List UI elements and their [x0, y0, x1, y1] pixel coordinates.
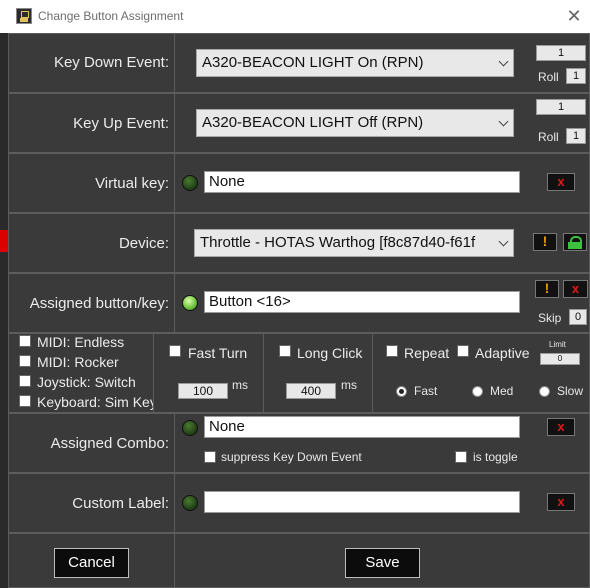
- skip-value[interactable]: 0: [569, 309, 587, 325]
- joystick-switch-label: Joystick: Switch: [37, 374, 136, 390]
- custom-label-clear-button[interactable]: x: [547, 493, 575, 511]
- long-click-ms-unit: ms: [341, 378, 357, 392]
- key-up-dropdown[interactable]: A320-BEACON LIGHT Off (RPN): [196, 109, 514, 137]
- key-up-label: Key Up Event:: [73, 115, 169, 132]
- assigned-combo-label: Assigned Combo:: [50, 435, 169, 452]
- key-down-roll-label: Roll: [538, 70, 559, 84]
- close-icon[interactable]: ✕: [564, 6, 584, 26]
- virtual-key-clear-button[interactable]: x: [547, 173, 575, 191]
- limit-input[interactable]: 0: [540, 353, 580, 365]
- chevron-down-icon: [498, 236, 509, 247]
- adaptive-checkbox[interactable]: [457, 345, 469, 357]
- fast-turn-ms-input[interactable]: 100: [178, 383, 228, 399]
- virtual-key-status-led: [182, 175, 198, 191]
- device-dropdown-value: Throttle - HOTAS Warthog [f8c87d40-f61f: [200, 234, 476, 251]
- virtual-key-label: Virtual key:: [95, 175, 169, 192]
- long-click-checkbox[interactable]: [279, 345, 291, 357]
- speed-med-radio[interactable]: [472, 386, 483, 397]
- custom-label-input[interactable]: [204, 491, 520, 513]
- assigned-button-label: Assigned button/key:: [29, 295, 169, 312]
- device-warning-button[interactable]: !: [533, 233, 557, 251]
- adaptive-label: Adaptive: [475, 345, 530, 361]
- keyboard-sim-key-label: Keyboard: Sim Key: [37, 394, 157, 410]
- speed-slow-label: Slow: [557, 384, 584, 398]
- fast-turn-checkbox[interactable]: [169, 345, 181, 357]
- key-down-dropdown-value: A320-BEACON LIGHT On (RPN): [202, 54, 424, 71]
- custom-label-status-led: [182, 495, 198, 511]
- key-down-label: Key Down Event:: [53, 54, 169, 71]
- suppress-key-down-label: suppress Key Down Event: [221, 450, 362, 464]
- key-up-roll-value[interactable]: 1: [566, 128, 586, 144]
- key-down-repeat-count[interactable]: 1: [536, 45, 586, 61]
- app-icon: [16, 8, 32, 24]
- lock-icon[interactable]: [563, 233, 587, 251]
- assigned-button-clear-button[interactable]: x: [563, 280, 588, 298]
- assigned-button-warning-button[interactable]: !: [535, 280, 559, 298]
- keyboard-sim-key-checkbox[interactable]: [19, 395, 31, 407]
- suppress-key-down-checkbox[interactable]: [204, 451, 216, 463]
- midi-rocker-checkbox[interactable]: [19, 355, 31, 367]
- key-up-dropdown-value: A320-BEACON LIGHT Off (RPN): [202, 114, 424, 131]
- limit-label: Limit: [549, 340, 566, 349]
- cancel-button[interactable]: Cancel: [54, 548, 129, 578]
- assigned-combo-status-led: [182, 420, 198, 436]
- repeat-label: Repeat: [404, 345, 450, 361]
- midi-endless-checkbox[interactable]: [19, 335, 31, 347]
- key-down-dropdown[interactable]: A320-BEACON LIGHT On (RPN): [196, 49, 514, 77]
- assigned-combo-clear-button[interactable]: x: [547, 418, 575, 436]
- speed-med-label: Med: [490, 384, 514, 398]
- key-up-roll-label: Roll: [538, 130, 559, 144]
- key-up-repeat-count[interactable]: 1: [536, 99, 586, 115]
- custom-label-label: Custom Label:: [72, 495, 169, 512]
- chevron-down-icon: [498, 56, 509, 67]
- skip-label: Skip: [538, 311, 562, 325]
- is-toggle-label: is toggle: [473, 450, 518, 464]
- assigned-combo-input[interactable]: None: [204, 416, 520, 438]
- midi-rocker-label: MIDI: Rocker: [37, 354, 119, 370]
- key-down-roll-value[interactable]: 1: [566, 68, 586, 84]
- assigned-button-input[interactable]: Button <16>: [204, 291, 520, 313]
- speed-fast-radio[interactable]: [396, 386, 407, 397]
- device-dropdown[interactable]: Throttle - HOTAS Warthog [f8c87d40-f61f: [194, 229, 514, 257]
- speed-slow-radio[interactable]: [539, 386, 550, 397]
- midi-endless-label: MIDI: Endless: [37, 334, 125, 350]
- repeat-checkbox[interactable]: [386, 345, 398, 357]
- long-click-label: Long Click: [297, 345, 363, 361]
- save-button[interactable]: Save: [345, 548, 420, 578]
- long-click-ms-input[interactable]: 400: [286, 383, 336, 399]
- chevron-down-icon: [498, 116, 509, 127]
- fast-turn-ms-unit: ms: [232, 378, 248, 392]
- device-label: Device:: [118, 235, 169, 252]
- is-toggle-checkbox[interactable]: [455, 451, 467, 463]
- virtual-key-input[interactable]: None: [204, 171, 520, 193]
- window-title: Change Button Assignment: [38, 9, 184, 23]
- joystick-switch-checkbox[interactable]: [19, 375, 31, 387]
- speed-fast-label: Fast: [414, 384, 438, 398]
- fast-turn-label: Fast Turn: [188, 345, 248, 361]
- assigned-button-status-led: [182, 295, 198, 311]
